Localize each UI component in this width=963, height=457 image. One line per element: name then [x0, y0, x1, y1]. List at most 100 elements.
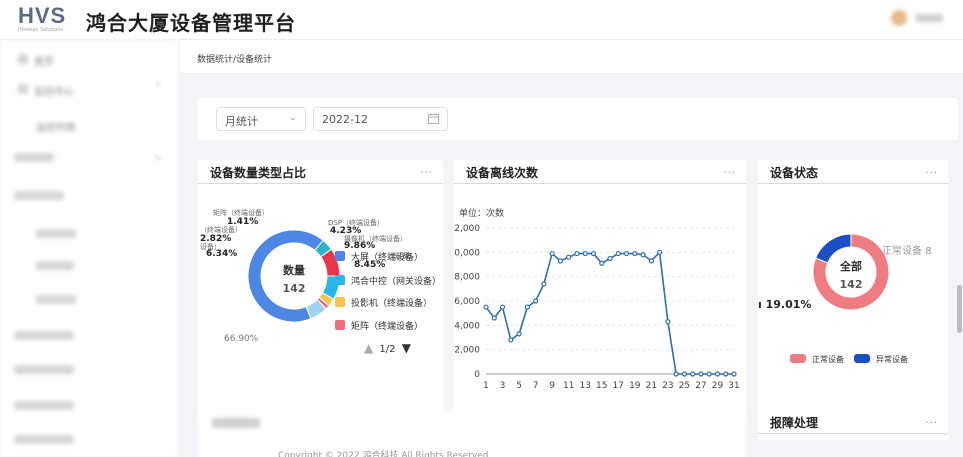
sidebar-subitem-monitor-list[interactable]: 监控列表: [0, 116, 180, 136]
data-point[interactable]: [491, 315, 497, 321]
data-point[interactable]: [541, 281, 547, 287]
data-point[interactable]: [640, 252, 646, 258]
data-point[interactable]: [698, 371, 704, 377]
x-tick-label: 17: [613, 381, 624, 391]
sidebar-item-label: 监控中心: [34, 87, 74, 98]
sidebar: 首页 监控中心 ⌃ 监控列表 ⌄: [0, 40, 180, 457]
data-point[interactable]: [615, 250, 621, 257]
legend-item[interactable]: 异常设备: [854, 354, 908, 365]
sidebar-item-3[interactable]: ⌄: [0, 148, 180, 168]
data-point[interactable]: [714, 371, 721, 377]
donut-center-label: 数量: [283, 263, 305, 277]
legend-item[interactable]: 矩阵（终端设备）: [335, 319, 423, 332]
data-point[interactable]: [690, 371, 696, 377]
sidebar-item-10[interactable]: [0, 396, 180, 416]
card-title: 设备离线次数: [466, 166, 539, 180]
logo[interactable]: HVS Hoolean Solutions: [18, 5, 78, 35]
legend-item[interactable]: 大屏（终端设备）: [335, 250, 423, 263]
offline-line-chart: 02,0004,0006,0008,0000,0002,0001 3 5 7 9 11 13…: [454, 224, 739, 391]
card-header: 报障处理 ...: [758, 410, 948, 434]
data-point[interactable]: [723, 371, 729, 377]
pager-next-icon[interactable]: ▼: [402, 341, 411, 355]
y-tick-label: 0,000: [454, 248, 480, 258]
sidebar-item-label: 首页: [34, 57, 54, 68]
more-icon[interactable]: ...: [925, 165, 938, 176]
chevron-down-icon: ⌄: [154, 151, 163, 162]
chevron-up-icon: ⌃: [154, 82, 163, 93]
user-menu[interactable]: [891, 10, 943, 26]
legend-label: 异常设备: [876, 355, 908, 364]
data-point[interactable]: [590, 250, 597, 257]
data-point[interactable]: [599, 260, 605, 266]
donut-slice[interactable]: [815, 233, 852, 264]
x-tick-label: 29: [712, 381, 724, 391]
x-tick-label: 7: [533, 381, 539, 391]
pager-prev-icon[interactable]: ▲: [364, 341, 373, 355]
legend-label: 投影机（终端设备）: [351, 299, 433, 309]
abnormal-pct-value: 19.01%: [765, 298, 812, 311]
sidebar-placeholder: [36, 295, 76, 304]
avatar[interactable]: [891, 10, 907, 26]
device-type-card: 设备数量类型占比 ... 数量 142 矩阵（终端设备） 1.41% （终端设备）…: [198, 160, 443, 424]
normal-label-text: 正常设备: [882, 246, 922, 257]
data-point[interactable]: [549, 250, 555, 257]
more-icon[interactable]: ...: [925, 415, 938, 426]
data-point[interactable]: [557, 258, 564, 264]
x-tick-label: 19: [629, 381, 641, 391]
sidebar-item-6[interactable]: [0, 256, 180, 276]
data-point[interactable]: [574, 250, 580, 257]
data-point[interactable]: [681, 371, 687, 377]
donut-center-value: 142: [283, 282, 306, 295]
legend-item[interactable]: 投影机（终端设备）: [335, 296, 432, 309]
data-point[interactable]: [483, 304, 489, 310]
sidebar-item-8[interactable]: [0, 326, 180, 346]
legend-item[interactable]: 正常设备: [790, 354, 844, 365]
data-point[interactable]: [516, 331, 522, 337]
x-tick-label: 11: [563, 381, 574, 391]
data-point[interactable]: [673, 371, 679, 377]
more-icon[interactable]: ...: [723, 165, 736, 176]
more-icon[interactable]: ...: [420, 165, 433, 176]
data-point[interactable]: [607, 255, 613, 262]
user-name[interactable]: [915, 14, 943, 22]
data-point[interactable]: [731, 371, 737, 377]
sidebar-item-4[interactable]: [0, 186, 180, 206]
data-point[interactable]: [706, 371, 712, 377]
sidebar-item-monitor[interactable]: 监控中心 ⌃: [0, 80, 180, 100]
sidebar-item-home[interactable]: 首页: [0, 50, 180, 70]
x-tick-label: 1: [483, 381, 489, 391]
app-root: HVS Hoolean Solutions 鸿合大厦设备管理平台 首页 监控中心…: [0, 0, 963, 457]
month-picker[interactable]: 2022-12: [313, 107, 448, 131]
card-title-placeholder: [212, 418, 260, 428]
scrollbar[interactable]: [957, 285, 962, 333]
data-point[interactable]: [499, 304, 506, 310]
sidebar-placeholder: [14, 331, 74, 340]
sidebar-item-11[interactable]: [0, 430, 180, 450]
sidebar-item-5[interactable]: [0, 224, 180, 244]
data-point[interactable]: [508, 337, 514, 343]
data-point[interactable]: [524, 304, 530, 310]
data-point[interactable]: [648, 258, 654, 264]
breadcrumb: 数据统计/设备统计: [197, 55, 273, 65]
period-select[interactable]: 月统计 ⌄: [216, 107, 306, 131]
app-title: 鸿合大厦设备管理平台: [86, 11, 296, 35]
data-point[interactable]: [657, 249, 663, 255]
data-point[interactable]: [632, 250, 638, 257]
slice-pct: 6.34%: [206, 249, 238, 259]
abnormal-pct: ı 19.01%: [758, 298, 812, 311]
data-point[interactable]: [566, 254, 572, 260]
card-title: 设备数量类型占比: [210, 166, 307, 180]
legend-label: 矩阵（终端设备）: [351, 322, 424, 332]
normal-label: 正常设备 8: [882, 242, 932, 257]
y-tick-label: 6,000: [454, 297, 480, 307]
sidebar-item-7[interactable]: [0, 290, 180, 310]
data-point[interactable]: [665, 319, 671, 325]
data-point[interactable]: [532, 298, 539, 304]
sidebar-item-9[interactable]: [0, 360, 180, 380]
data-point[interactable]: [623, 250, 630, 257]
data-point[interactable]: [582, 250, 588, 257]
y-tick-label: 8,000: [454, 273, 480, 283]
card-header: 设备状态 ...: [758, 160, 948, 184]
legend-item[interactable]: 鸿合中控（网关设备）: [335, 274, 441, 287]
sidebar-placeholder: [14, 153, 54, 162]
